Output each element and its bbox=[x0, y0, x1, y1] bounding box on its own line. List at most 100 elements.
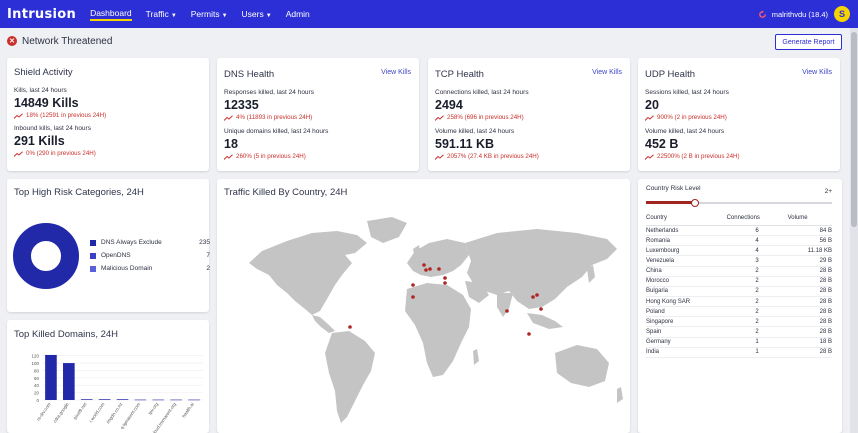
bar[interactable] bbox=[134, 399, 147, 401]
nav-dashboard[interactable]: Dashboard bbox=[90, 8, 132, 21]
table-row[interactable]: Poland 2 28 B bbox=[646, 306, 832, 318]
legend-swatch bbox=[90, 265, 96, 272]
x-tick-label: pixel9.net bbox=[72, 401, 88, 420]
legend-item[interactable]: DNS Always Exclude 235 bbox=[90, 239, 210, 246]
legend-swatch bbox=[90, 252, 96, 259]
cell-volume: 28 B bbox=[787, 286, 832, 297]
marker-morocco[interactable] bbox=[411, 295, 415, 299]
card-title: Traffic Killed By Country, 24H bbox=[224, 187, 348, 198]
marker-china[interactable] bbox=[531, 295, 535, 299]
table-row[interactable]: Singapore 2 28 B bbox=[646, 316, 832, 328]
marker-india[interactable] bbox=[505, 309, 509, 313]
cell-volume: 28 B bbox=[787, 296, 832, 308]
cell-country: Poland bbox=[646, 306, 727, 318]
y-tick-label: 60 bbox=[34, 376, 40, 381]
col-country[interactable]: Country bbox=[646, 215, 727, 226]
cell-connections: 3 bbox=[726, 255, 788, 267]
udp-view-kills-link[interactable]: View Kills bbox=[802, 69, 832, 76]
marker-china-2[interactable] bbox=[535, 293, 539, 297]
table-row[interactable]: Hong Kong SAR 2 28 B bbox=[646, 296, 832, 308]
cell-connections: 2 bbox=[726, 306, 788, 318]
avatar[interactable]: S bbox=[834, 6, 850, 22]
donut-chart[interactable] bbox=[13, 223, 79, 289]
table-row[interactable]: Morocco 2 28 B bbox=[646, 276, 832, 287]
user-name[interactable]: malrithvdu (18.4) bbox=[772, 10, 828, 19]
x-tick-label: tpv.org bbox=[147, 401, 159, 415]
cell-country: Singapore bbox=[646, 316, 727, 328]
trend-up-icon bbox=[645, 153, 654, 160]
marker-bulgaria[interactable] bbox=[443, 281, 447, 285]
cell-connections: 4 bbox=[726, 235, 788, 247]
stat-delta: 4% (11893 in previous 24H) bbox=[224, 114, 312, 121]
col-connections[interactable]: Connections bbox=[726, 215, 788, 226]
table-row[interactable]: China 2 28 B bbox=[646, 266, 832, 277]
cell-connections: 1 bbox=[726, 347, 788, 358]
cell-country: Spain bbox=[646, 326, 727, 338]
bar[interactable] bbox=[170, 399, 182, 401]
cell-connections: 6 bbox=[726, 225, 788, 237]
stat-label: Volume killed, last 24 hours bbox=[435, 128, 515, 135]
refresh-icon[interactable] bbox=[758, 9, 767, 19]
card-title: DNS Health bbox=[224, 69, 275, 80]
cell-country: Romania bbox=[646, 235, 727, 247]
generate-report-button[interactable]: Generate Report bbox=[775, 34, 842, 50]
legend-item[interactable]: OpenDNS 7 bbox=[90, 252, 210, 259]
nav-users[interactable]: Users ▼ bbox=[242, 9, 272, 19]
donut-slice[interactable] bbox=[13, 223, 79, 289]
marker-netherlands[interactable] bbox=[422, 263, 426, 267]
dns-view-kills-link[interactable]: View Kills bbox=[381, 69, 411, 76]
tcp-view-kills-link[interactable]: View Kills bbox=[592, 69, 622, 76]
bar[interactable] bbox=[188, 399, 200, 401]
scrollbar-thumb[interactable] bbox=[851, 32, 857, 227]
user-menu[interactable]: malrithvdu (18.4) S bbox=[758, 0, 850, 28]
world-map[interactable] bbox=[217, 203, 630, 433]
bar[interactable] bbox=[63, 363, 75, 400]
x-tick-label: cdra.google bbox=[52, 401, 70, 424]
categories-card: Top High Risk Categories, 24H DNS Always… bbox=[7, 179, 210, 312]
alert-icon: ✕ bbox=[7, 36, 17, 46]
logo[interactable]: Intrusion bbox=[7, 7, 76, 22]
trend-up-icon bbox=[435, 114, 444, 121]
cell-connections: 2 bbox=[726, 276, 788, 287]
bar[interactable] bbox=[45, 354, 57, 400]
greenland bbox=[367, 217, 407, 243]
cell-country: Bulgaria bbox=[646, 286, 727, 297]
trend-up-icon bbox=[224, 114, 233, 121]
asia bbox=[465, 229, 617, 309]
nav-admin[interactable]: Admin bbox=[286, 9, 310, 19]
nav-traffic[interactable]: Traffic ▼ bbox=[146, 9, 177, 19]
table-row[interactable]: Bulgaria 2 28 B bbox=[646, 286, 832, 297]
table-row[interactable]: India 1 28 B bbox=[646, 347, 832, 358]
marker-spain[interactable] bbox=[411, 283, 415, 287]
marker-hong-kong[interactable] bbox=[539, 307, 543, 311]
marker-venezuela[interactable] bbox=[348, 325, 352, 329]
country-risk-value: 2+ bbox=[824, 188, 832, 195]
table-row[interactable]: Netherlands 6 84 B bbox=[646, 225, 832, 237]
dns-health-card: DNS Health View Kills Responses killed, … bbox=[217, 58, 419, 171]
stat-delta: 22500% (2 B in previous 24H) bbox=[645, 153, 740, 160]
marker-luxembourg[interactable] bbox=[424, 268, 428, 272]
legend-item[interactable]: Malicious Domain 2 bbox=[90, 265, 210, 272]
nav-permits[interactable]: Permits ▼ bbox=[191, 9, 228, 19]
marker-singapore[interactable] bbox=[527, 332, 531, 336]
cell-connections: 4 bbox=[726, 245, 788, 257]
bar[interactable] bbox=[98, 399, 111, 400]
marker-poland[interactable] bbox=[437, 267, 441, 271]
table-row[interactable]: Germany 1 18 B bbox=[646, 337, 832, 348]
stat-value: 12335 bbox=[224, 98, 259, 112]
bar[interactable] bbox=[116, 399, 129, 400]
table-row[interactable]: Spain 2 28 B bbox=[646, 326, 832, 338]
table-row[interactable]: Luxembourg 4 11.18 KB bbox=[646, 245, 832, 257]
card-title: Top High Risk Categories, 24H bbox=[14, 187, 144, 198]
table-row[interactable]: Romania 4 56 B bbox=[646, 235, 832, 247]
tcp-health-card: TCP Health View Kills Connections killed… bbox=[428, 58, 630, 171]
bar[interactable] bbox=[80, 399, 93, 400]
risk-slider-handle[interactable] bbox=[691, 198, 699, 207]
marker-germany[interactable] bbox=[428, 267, 432, 271]
table-row[interactable]: Venezuela 3 29 B bbox=[646, 255, 832, 267]
marker-romania[interactable] bbox=[443, 276, 447, 280]
y-tick-label: 120 bbox=[31, 354, 39, 359]
bar[interactable] bbox=[152, 399, 165, 401]
col-volume[interactable]: Volume bbox=[787, 215, 832, 226]
stat-label: Connections killed, last 24 hours bbox=[435, 89, 529, 96]
